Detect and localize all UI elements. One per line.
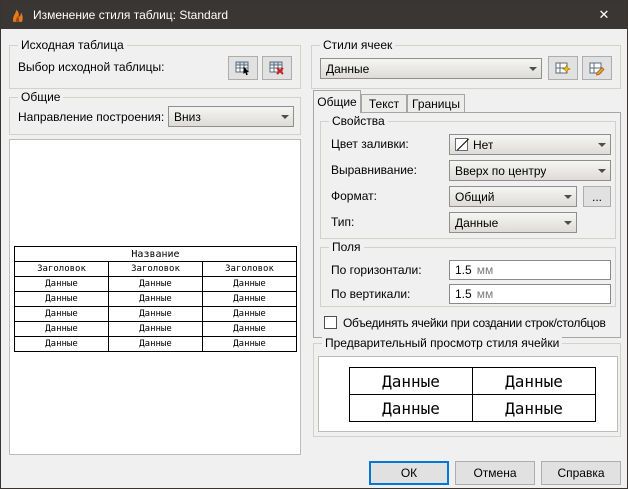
- tab-borders-label: Границы: [412, 97, 460, 111]
- direction-combobox[interactable]: Вниз: [168, 106, 294, 127]
- properties-group: Свойства Цвет заливки: Нет Выравнивание:…: [320, 121, 616, 239]
- chevron-down-icon: [593, 135, 610, 154]
- merge-cells-label[interactable]: Объединять ячейки при создании строк/сто…: [343, 316, 606, 330]
- table-style-dialog: Изменение стиля таблиц: Standard ✕ Исход…: [0, 0, 628, 489]
- vertical-margin-unit: мм: [477, 287, 494, 301]
- cell-preview-table: Данные Данные Данные Данные: [349, 367, 596, 422]
- cell-styles-group-label: Стили ячеек: [320, 38, 395, 53]
- cell-style-combobox[interactable]: Данные: [320, 58, 542, 79]
- remove-source-table-button[interactable]: [262, 56, 292, 80]
- table-preview-area: Название Заголовок Заголовок Заголовок Д…: [9, 139, 301, 455]
- preview-data-cell: Данные: [203, 307, 297, 322]
- fill-color-combobox[interactable]: Нет: [449, 134, 611, 155]
- preview-data-cell: Данные: [15, 292, 109, 307]
- source-table-group: Исходная таблица Выбор исходной таблицы:: [9, 45, 301, 89]
- preview-data-cell: Данные: [15, 307, 109, 322]
- format-more-button[interactable]: ...: [583, 186, 611, 207]
- cancel-button[interactable]: Отмена: [455, 461, 535, 485]
- tab-borders[interactable]: Границы: [407, 94, 465, 112]
- preview-data-cell: Данные: [109, 292, 203, 307]
- source-preview-table: Название Заголовок Заголовок Заголовок Д…: [14, 246, 297, 352]
- margins-group: Поля По горизонтали: 1.5 мм По вертикали…: [320, 247, 616, 307]
- alignment-combobox[interactable]: Вверх по центру: [449, 160, 611, 181]
- new-cell-style-button[interactable]: [548, 56, 578, 80]
- preview-header-cell: Заголовок: [109, 262, 203, 277]
- merge-cells-checkbox[interactable]: [324, 316, 337, 329]
- vertical-margin-input[interactable]: 1.5 мм: [449, 284, 611, 304]
- margins-group-label: Поля: [329, 240, 364, 255]
- format-label: Формат:: [331, 189, 377, 203]
- cell-preview-cell: Данные: [350, 395, 473, 422]
- format-combobox[interactable]: Общий: [449, 186, 577, 207]
- vertical-margin-label: По вертикали:: [331, 287, 410, 301]
- edit-cell-style-button[interactable]: [582, 56, 612, 80]
- close-button[interactable]: ✕: [581, 1, 627, 29]
- edit-cell-style-icon: [589, 60, 605, 76]
- tab-text-label: Текст: [369, 97, 399, 111]
- type-label: Тип:: [331, 215, 354, 229]
- tab-text[interactable]: Текст: [361, 94, 407, 112]
- app-icon: [9, 7, 26, 24]
- window-title: Изменение стиля таблиц: Standard: [33, 8, 228, 22]
- preview-data-cell: Данные: [203, 277, 297, 292]
- preview-data-cell: Данные: [109, 337, 203, 352]
- preview-data-cell: Данные: [203, 322, 297, 337]
- direction-label: Направление построения:: [18, 110, 164, 124]
- remove-table-icon: [269, 60, 285, 76]
- preview-data-cell: Данные: [203, 337, 297, 352]
- preview-data-cell: Данные: [15, 277, 109, 292]
- preview-data-cell: Данные: [109, 322, 203, 337]
- tab-general[interactable]: Общие: [313, 90, 361, 113]
- preview-header-cell: Заголовок: [15, 262, 109, 277]
- preview-data-cell: Данные: [109, 277, 203, 292]
- fill-color-value: Нет: [473, 138, 493, 152]
- general-group: Общие Направление построения: Вниз: [9, 97, 301, 135]
- direction-value: Вниз: [174, 110, 201, 124]
- select-table-icon: [235, 60, 251, 76]
- preview-data-cell: Данные: [203, 292, 297, 307]
- horizontal-margin-unit: мм: [477, 263, 494, 277]
- fill-color-label: Цвет заливки:: [331, 137, 409, 151]
- ellipsis-icon: ...: [592, 190, 602, 204]
- alignment-label: Выравнивание:: [331, 163, 417, 177]
- alignment-value: Вверх по центру: [455, 164, 546, 178]
- cell-preview-group: Предварительный просмотр стиля ячейки Да…: [313, 343, 621, 437]
- type-combobox[interactable]: Данные: [449, 212, 577, 233]
- preview-title-cell: Название: [15, 247, 297, 262]
- cell-preview-cell: Данные: [473, 368, 596, 395]
- horizontal-margin-input[interactable]: 1.5 мм: [449, 260, 611, 280]
- preview-header-cell: Заголовок: [203, 262, 297, 277]
- chevron-down-icon: [559, 187, 576, 206]
- chevron-down-icon: [559, 213, 576, 232]
- cell-preview-cell: Данные: [473, 395, 596, 422]
- select-source-table-button[interactable]: [228, 56, 258, 80]
- format-value: Общий: [455, 190, 495, 204]
- source-table-group-label: Исходная таблица: [18, 38, 127, 53]
- general-group-label: Общие: [18, 90, 63, 105]
- tab-general-label: Общие: [317, 95, 356, 109]
- chevron-down-icon: [524, 59, 541, 78]
- horizontal-margin-value: 1.5: [455, 263, 472, 277]
- preview-data-cell: Данные: [15, 322, 109, 337]
- cell-preview-area: Данные Данные Данные Данные: [318, 356, 618, 432]
- properties-group-label: Свойства: [329, 114, 388, 129]
- cell-style-value: Данные: [326, 62, 369, 76]
- select-source-table-label: Выбор исходной таблицы:: [18, 60, 164, 74]
- ok-button[interactable]: ОК: [369, 461, 449, 485]
- vertical-margin-value: 1.5: [455, 287, 472, 301]
- preview-data-cell: Данные: [109, 307, 203, 322]
- cell-styles-group: Стили ячеек Данные: [311, 45, 621, 89]
- cell-preview-cell: Данные: [350, 368, 473, 395]
- preview-data-cell: Данные: [15, 337, 109, 352]
- titlebar[interactable]: Изменение стиля таблиц: Standard ✕: [1, 1, 627, 29]
- no-fill-swatch-icon: [455, 138, 468, 151]
- chevron-down-icon: [276, 107, 293, 126]
- new-cell-style-icon: [555, 60, 571, 76]
- cell-preview-group-label: Предварительный просмотр стиля ячейки: [322, 336, 562, 351]
- type-value: Данные: [455, 216, 498, 230]
- general-tab-panel: Свойства Цвет заливки: Нет Выравнивание:…: [313, 112, 621, 338]
- horizontal-margin-label: По горизонтали:: [331, 263, 422, 277]
- chevron-down-icon: [593, 161, 610, 180]
- help-button[interactable]: Справка: [541, 461, 621, 485]
